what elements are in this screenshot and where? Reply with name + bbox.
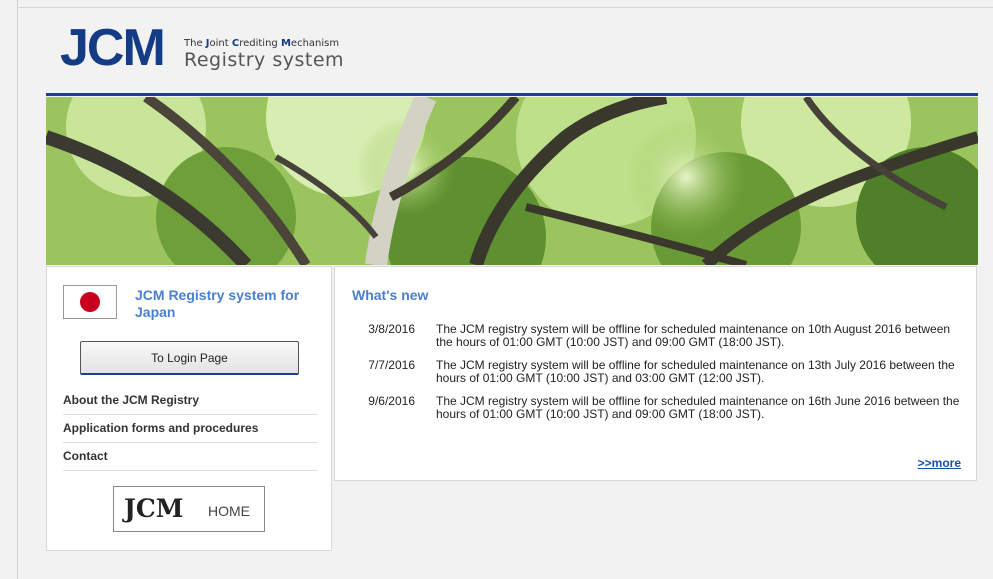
sidebar-item-application-forms[interactable]: Application forms and procedures [63, 415, 317, 443]
more-link[interactable]: >>more [918, 456, 961, 470]
news-item: 3/8/2016 The JCM registry system will be… [355, 323, 975, 349]
jcm-home-link[interactable]: JCM HOME [113, 486, 265, 532]
logo-subtitle-text: The Joint Crediting Mechanism [184, 38, 340, 49]
jcm-home-logo: JCM [124, 494, 184, 523]
news-date: 9/6/2016 [368, 394, 415, 408]
sidebar-item-about[interactable]: About the JCM Registry [63, 387, 317, 415]
news-date: 7/7/2016 [368, 358, 415, 372]
home-label: HOME [208, 503, 250, 519]
site-header: JCM The Joint Crediting Mechanism Regist… [46, 18, 978, 94]
logo-subtitle: The Joint Crediting Mechanism [184, 38, 339, 49]
news-text: The JCM registry system will be offline … [436, 322, 951, 349]
sidebar-title: JCM Registry system for Japan [135, 287, 300, 320]
news-date: 3/8/2016 [368, 322, 415, 336]
news-item: 9/6/2016 The JCM registry system will be… [355, 395, 975, 421]
news-item: 7/7/2016 The JCM registry system will be… [355, 359, 975, 385]
page-frame-left [17, 0, 18, 579]
login-button[interactable]: To Login Page [80, 341, 299, 375]
banner-image [46, 97, 978, 265]
news-text: The JCM registry system will be offline … [436, 394, 960, 421]
whats-new-panel: What's new 3/8/2016 The JCM registry sys… [334, 266, 977, 481]
sidebar-menu: About the JCM Registry Application forms… [63, 387, 317, 471]
whats-new-title: What's new [352, 287, 429, 303]
jcm-logo[interactable]: JCM [60, 18, 166, 78]
news-text: The JCM registry system will be offline … [436, 358, 955, 385]
sidebar-item-contact[interactable]: Contact [63, 443, 317, 471]
logo-registry-system: Registry system [184, 49, 345, 71]
japan-flag-icon [63, 285, 117, 319]
sidebar: JCM Registry system for Japan To Login P… [46, 266, 332, 551]
news-list: 3/8/2016 The JCM registry system will be… [355, 323, 975, 431]
tree-canopy-banner [46, 97, 978, 265]
flag-sun [80, 292, 100, 312]
page-frame-top [17, 7, 993, 8]
header-divider [46, 93, 978, 96]
